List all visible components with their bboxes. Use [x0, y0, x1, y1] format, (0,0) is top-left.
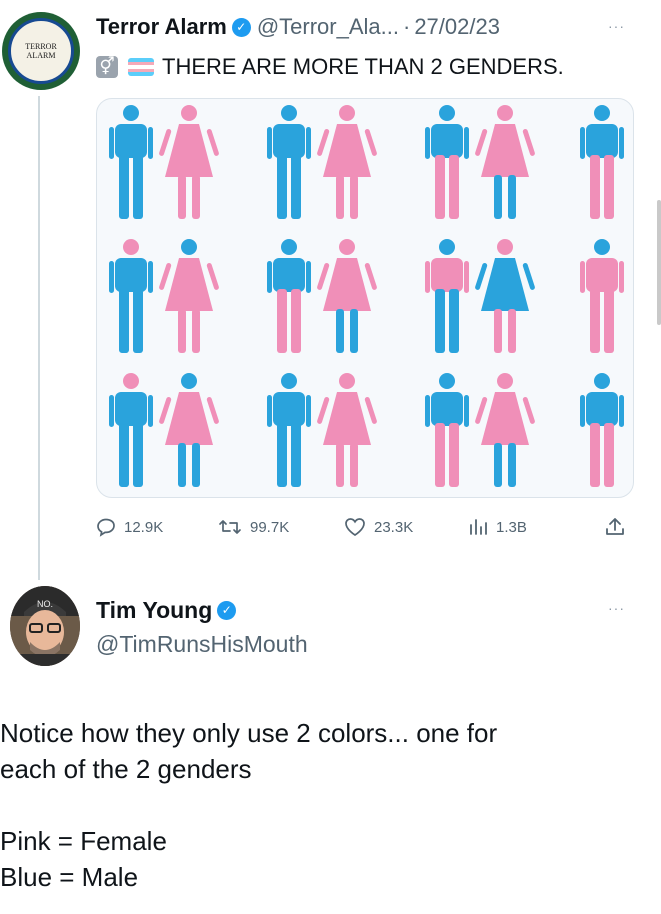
tweet-action-bar: 12.9K 99.7K 23.3K 1.3B	[96, 512, 636, 542]
reply-author-avatar[interactable]: NO.	[10, 586, 80, 666]
logo-line-2: ALARM	[26, 51, 56, 60]
scrollbar[interactable]	[657, 200, 661, 325]
reply-author-name[interactable]: Tim Young	[96, 597, 212, 624]
views-button[interactable]: 1.3B	[468, 512, 527, 542]
reply-icon	[96, 517, 116, 537]
verified-badge-icon: ✓	[217, 600, 237, 620]
tweet-text: ⚥ THERE ARE MORE THAN 2 GENDERS.	[96, 50, 564, 84]
reply-author-handle[interactable]: @TimRunsHisMouth	[96, 626, 308, 662]
author-handle[interactable]: @Terror_Ala...	[257, 14, 399, 40]
reply-count: 12.9K	[124, 518, 164, 536]
terror-alarm-logo: TERROR ALARM	[8, 18, 74, 84]
retweet-count: 99.7K	[250, 518, 290, 536]
views-icon	[468, 517, 488, 537]
transgender-flag-emoji	[128, 58, 154, 76]
like-count: 23.3K	[374, 518, 414, 536]
author-name[interactable]: Terror Alarm	[96, 14, 227, 40]
reply-line: Pink = Female	[0, 826, 167, 856]
svg-text:NO.: NO.	[37, 599, 53, 609]
thread-connector-line	[38, 96, 40, 580]
tweet-header: Terror Alarm ✓ @Terror_Ala... · 27/02/23	[96, 10, 500, 44]
reply-line: Notice how they only use 2 colors... one…	[0, 718, 498, 748]
view-count: 1.3B	[496, 518, 527, 536]
tweet-image[interactable]	[96, 98, 634, 498]
reply-line: each of the 2 genders	[0, 754, 252, 784]
retweet-icon	[218, 517, 242, 537]
male-female-sign-emoji: ⚥	[96, 56, 118, 78]
like-button[interactable]: 23.3K	[344, 512, 413, 542]
heart-icon	[344, 517, 366, 537]
date-separator: ·	[402, 14, 411, 39]
reply-more-options-icon[interactable]: ···	[608, 600, 625, 616]
retweet-button[interactable]: 99.7K	[218, 512, 289, 542]
reply-header: Tim Young ✓	[96, 592, 242, 628]
share-button[interactable]	[604, 512, 634, 542]
reply-button[interactable]: 12.9K	[96, 512, 163, 542]
more-options-icon[interactable]: ···	[608, 18, 625, 34]
reply-body: Notice how they only use 2 colors... one…	[0, 715, 661, 895]
tweet-date[interactable]: 27/02/23	[414, 14, 500, 40]
reply-line: Blue = Male	[0, 862, 139, 892]
author-avatar[interactable]: TERROR ALARM	[2, 12, 80, 90]
verified-badge-icon: ✓	[231, 17, 251, 37]
tweet-body: THERE ARE MORE THAN 2 GENDERS.	[162, 54, 564, 79]
logo-line-1: TERROR	[25, 42, 57, 51]
share-icon	[604, 516, 626, 538]
gender-pictogram-grid	[109, 105, 624, 487]
reply-line	[0, 787, 661, 823]
